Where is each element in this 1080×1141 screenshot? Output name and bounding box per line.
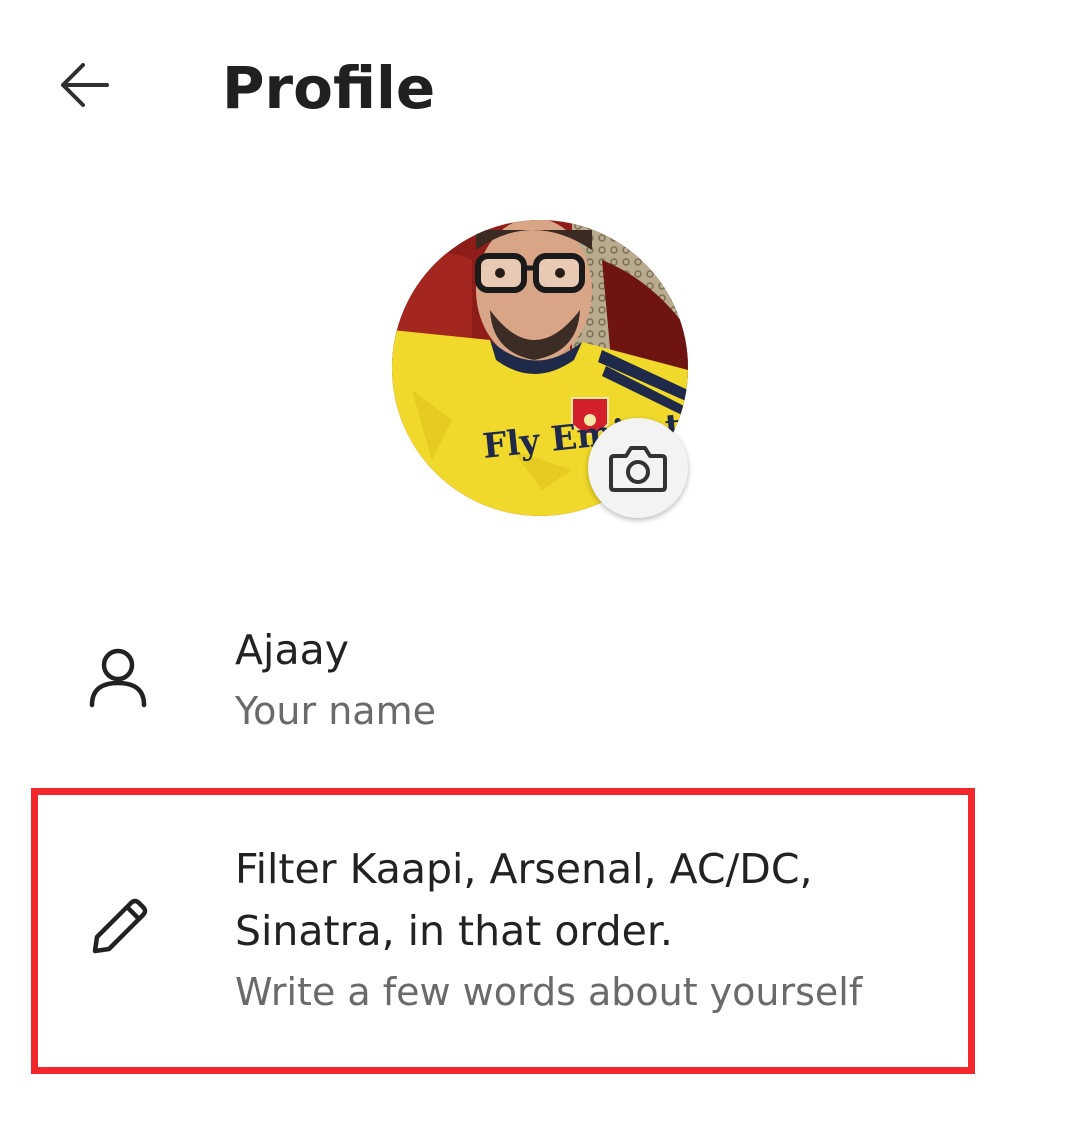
name-value: Ajaay: [235, 626, 349, 674]
name-label: Your name: [235, 689, 436, 733]
person-icon: [80, 639, 156, 715]
back-button[interactable]: [40, 40, 130, 130]
name-row[interactable]: Ajaay Your name: [0, 615, 1080, 755]
about-value-line1: Filter Kaapi, Arsenal, AC/DC,: [235, 845, 813, 893]
about-label: Write a few words about yourself: [235, 970, 863, 1014]
about-value-line2: Sinatra, in that order.: [235, 907, 673, 955]
page-title: Profile: [222, 54, 436, 122]
camera-icon: [609, 446, 667, 492]
about-text: Filter Kaapi, Arsenal, AC/DC, Sinatra, i…: [235, 838, 955, 1022]
arrow-left-icon: [61, 63, 109, 107]
name-text: Ajaay Your name: [235, 619, 955, 741]
app-bar: Profile: [0, 0, 1080, 180]
change-photo-button[interactable]: [588, 418, 688, 518]
pencil-icon: [80, 890, 156, 966]
about-row[interactable]: Filter Kaapi, Arsenal, AC/DC, Sinatra, i…: [0, 790, 1080, 1068]
profile-photo-section: Fly Emirates: [392, 220, 688, 518]
